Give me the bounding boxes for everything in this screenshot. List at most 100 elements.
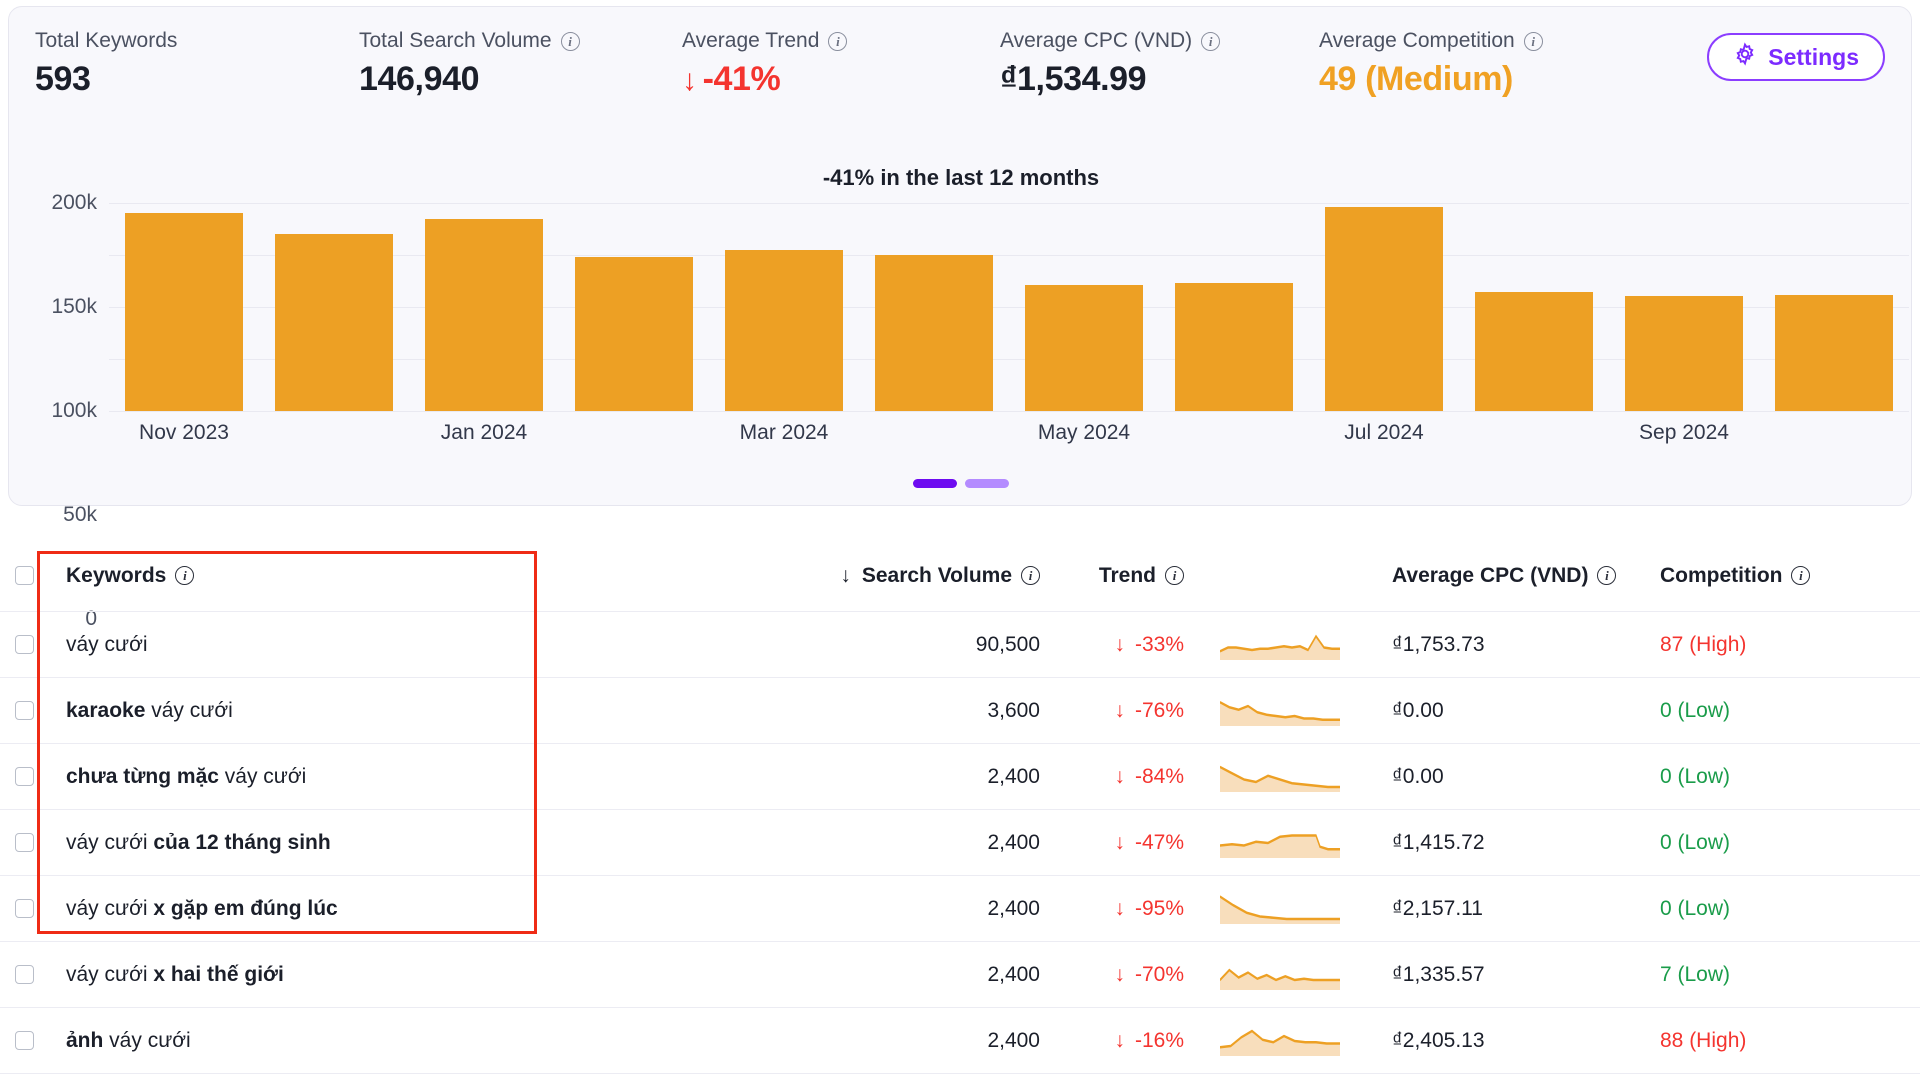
- chart-bar[interactable]: [1475, 292, 1594, 411]
- bar-slot[interactable]: [1009, 203, 1159, 411]
- pagination-dot[interactable]: [913, 479, 957, 488]
- bar-slot[interactable]: [1309, 203, 1459, 411]
- cell-keyword[interactable]: váy cưới x gặp em đúng lúc: [48, 897, 790, 921]
- x-axis-tick-label: Sep 2024: [1639, 421, 1729, 445]
- x-axis-tick-label: Jan 2024: [441, 421, 527, 445]
- metric-value: 146,940: [359, 60, 580, 99]
- chart-bar[interactable]: [575, 257, 694, 411]
- table-row[interactable]: váy cưới x hai thế giới2,400↓-70%₫1,335.…: [0, 942, 1920, 1008]
- row-checkbox[interactable]: [15, 899, 34, 918]
- table-row[interactable]: váy cưới x gặp em đúng lúc2,400↓-95%₫2,1…: [0, 876, 1920, 942]
- bar-slot[interactable]: [1609, 203, 1759, 411]
- y-axis-tick-label: 150k: [51, 295, 97, 319]
- metrics-row: Total Keywords 593 Total Search Volume i…: [9, 29, 1911, 115]
- chart-bar[interactable]: [1175, 283, 1294, 411]
- bar-slot[interactable]: [709, 203, 859, 411]
- info-icon[interactable]: i: [561, 32, 580, 51]
- table-row[interactable]: váy cưới90,500↓-33%₫1,753.7387 (High): [0, 612, 1920, 678]
- sparkline-chart: [1220, 1026, 1340, 1056]
- chart-bar[interactable]: [725, 250, 844, 411]
- chart-bar[interactable]: [1025, 285, 1144, 411]
- cell-keyword[interactable]: chưa từng mặc váy cưới: [48, 765, 790, 789]
- bar-slot[interactable]: [859, 203, 1009, 411]
- table-row[interactable]: chưa từng mặc váy cưới2,400↓-84%₫0.000 (…: [0, 744, 1920, 810]
- metric-label: Average Trend i: [682, 29, 847, 53]
- cell-keyword[interactable]: karaoke váy cưới: [48, 699, 790, 723]
- chart-bar[interactable]: [875, 255, 994, 411]
- metric-average-cpc: Average CPC (VND) i ₫1,534.99: [1000, 29, 1220, 99]
- chart-bar[interactable]: [1625, 296, 1744, 411]
- column-competition[interactable]: Competition i: [1660, 564, 1920, 588]
- bar-slot[interactable]: [1759, 203, 1909, 411]
- info-icon[interactable]: i: [1165, 566, 1184, 585]
- info-icon[interactable]: i: [1597, 566, 1616, 585]
- cell-search-volume: 2,400: [790, 765, 1040, 789]
- table-row[interactable]: karaoke váy cưới3,600↓-76%₫0.000 (Low): [0, 678, 1920, 744]
- chart-pagination[interactable]: [9, 479, 1913, 488]
- bar-slot[interactable]: [259, 203, 409, 411]
- bar-slot[interactable]: [559, 203, 709, 411]
- cell-competition: 0 (Low): [1660, 897, 1920, 921]
- sparkline-chart: [1220, 630, 1340, 660]
- trend-value: -76%: [1135, 699, 1184, 722]
- chart-bar[interactable]: [1775, 295, 1894, 411]
- metric-label-text: Total Search Volume: [359, 29, 552, 53]
- column-average-cpc[interactable]: Average CPC (VND) i: [1370, 564, 1660, 588]
- arrow-down-icon: ↓: [1114, 699, 1125, 722]
- column-trend[interactable]: Trend i: [1040, 564, 1190, 588]
- column-label: Trend: [1099, 564, 1156, 588]
- bar-slot[interactable]: [1159, 203, 1309, 411]
- keywords-table: Keywords i ↓ Search Volume i Trend i Ave…: [0, 540, 1920, 1074]
- chart-bar[interactable]: [1325, 207, 1444, 411]
- chart-bar[interactable]: [425, 219, 544, 411]
- row-checkbox[interactable]: [15, 767, 34, 786]
- info-icon[interactable]: i: [175, 566, 194, 585]
- bar-slot[interactable]: [409, 203, 559, 411]
- sparkline-chart: [1220, 960, 1340, 990]
- row-select-cell: [0, 1031, 48, 1050]
- chart-bar[interactable]: [275, 234, 394, 411]
- cell-search-volume: 2,400: [790, 963, 1040, 987]
- metric-value: ↓-41%: [682, 60, 847, 99]
- row-checkbox[interactable]: [15, 1031, 34, 1050]
- x-axis-tick-label: Mar 2024: [740, 421, 829, 445]
- info-icon[interactable]: i: [1524, 32, 1543, 51]
- select-all-checkbox[interactable]: [15, 566, 34, 585]
- trend-value: -70%: [1135, 963, 1184, 986]
- table-row[interactable]: ảnh váy cưới2,400↓-16%₫2,405.1388 (High): [0, 1008, 1920, 1074]
- competition-value: 88 (High): [1660, 1029, 1746, 1052]
- info-icon[interactable]: i: [1791, 566, 1810, 585]
- metric-label: Average Competition i: [1319, 29, 1543, 53]
- cell-keyword[interactable]: váy cưới: [48, 633, 790, 657]
- settings-button[interactable]: Settings: [1707, 33, 1885, 81]
- column-keywords[interactable]: Keywords i: [48, 564, 790, 588]
- row-checkbox[interactable]: [15, 635, 34, 654]
- cell-search-volume: 2,400: [790, 897, 1040, 921]
- row-checkbox[interactable]: [15, 833, 34, 852]
- chart-bar[interactable]: [125, 213, 244, 411]
- row-checkbox[interactable]: [15, 965, 34, 984]
- cell-trend: ↓-16%: [1040, 1029, 1190, 1053]
- info-icon[interactable]: i: [1201, 32, 1220, 51]
- cell-keyword[interactable]: ảnh váy cưới: [48, 1029, 790, 1053]
- cell-keyword[interactable]: váy cưới của 12 tháng sinh: [48, 831, 790, 855]
- metric-label: Average CPC (VND) i: [1000, 29, 1220, 53]
- cell-average-cpc: ₫0.00: [1370, 699, 1660, 723]
- x-axis-tick-label: Jul 2024: [1344, 421, 1423, 445]
- arrow-down-icon: ↓: [1114, 633, 1125, 656]
- sparkline-chart: [1220, 894, 1340, 924]
- cell-sparkline: [1190, 630, 1370, 660]
- bar-slot[interactable]: [109, 203, 259, 411]
- metric-value: 593: [35, 60, 177, 99]
- cell-competition: 7 (Low): [1660, 963, 1920, 987]
- metric-value: ₫1,534.99: [1000, 60, 1220, 99]
- cell-keyword[interactable]: váy cưới x hai thế giới: [48, 963, 790, 987]
- row-checkbox[interactable]: [15, 701, 34, 720]
- info-icon[interactable]: i: [1021, 566, 1040, 585]
- column-search-volume[interactable]: ↓ Search Volume i: [790, 564, 1040, 588]
- table-row[interactable]: váy cưới của 12 tháng sinh2,400↓-47%₫1,4…: [0, 810, 1920, 876]
- metric-label-text: Average Trend: [682, 29, 819, 53]
- pagination-dot[interactable]: [965, 479, 1009, 488]
- info-icon[interactable]: i: [828, 32, 847, 51]
- bar-slot[interactable]: [1459, 203, 1609, 411]
